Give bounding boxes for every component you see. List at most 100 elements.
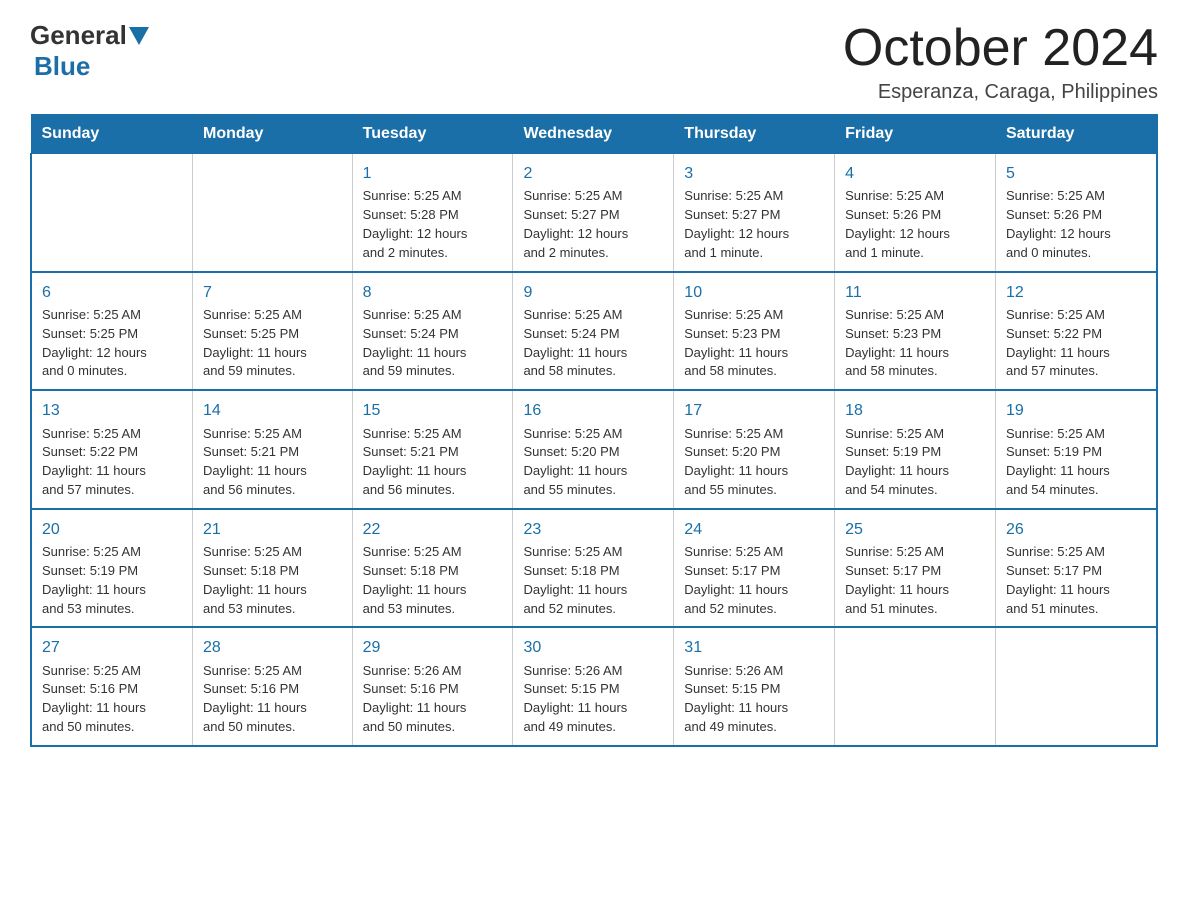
day-info: Sunrise: 5:26 AM Sunset: 5:16 PM Dayligh… — [363, 662, 503, 737]
calendar-cell: 31 Sunrise: 5:26 AM Sunset: 5:15 PM Dayli… — [674, 627, 835, 746]
day-number: 14 — [203, 399, 342, 422]
calendar-cell — [995, 627, 1157, 746]
day-number: 13 — [42, 399, 182, 422]
calendar-week-row: 13 Sunrise: 5:25 AM Sunset: 5:22 PM Dayli… — [31, 390, 1157, 509]
day-info: Sunrise: 5:25 AM Sunset: 5:18 PM Dayligh… — [363, 543, 503, 618]
day-info: Sunrise: 5:25 AM Sunset: 5:17 PM Dayligh… — [845, 543, 985, 618]
calendar-cell: 7Sunrise: 5:25 AM Sunset: 5:25 PM Daylig… — [192, 272, 352, 391]
day-info: Sunrise: 5:25 AM Sunset: 5:20 PM Dayligh… — [684, 425, 824, 500]
day-number: 16 — [523, 399, 663, 422]
calendar-cell: 15 Sunrise: 5:25 AM Sunset: 5:21 PM Dayli… — [352, 390, 513, 509]
day-info: Sunrise: 5:25 AM Sunset: 5:28 PM Dayligh… — [363, 187, 503, 262]
day-number: 4 — [845, 162, 985, 185]
day-number: 1 — [363, 162, 503, 185]
calendar-cell: 11Sunrise: 5:25 AM Sunset: 5:23 PM Dayli… — [835, 272, 996, 391]
day-info: Sunrise: 5:25 AM Sunset: 5:27 PM Dayligh… — [523, 187, 663, 262]
day-number: 29 — [363, 636, 503, 659]
day-number: 30 — [523, 636, 663, 659]
day-info: Sunrise: 5:25 AM Sunset: 5:27 PM Dayligh… — [684, 187, 824, 262]
calendar-cell: 29 Sunrise: 5:26 AM Sunset: 5:16 PM Dayli… — [352, 627, 513, 746]
page-header: General Blue October 2024 Esperanza, Car… — [30, 20, 1158, 104]
day-number: 11 — [845, 281, 985, 304]
calendar-week-row: 20Sunrise: 5:25 AM Sunset: 5:19 PM Dayli… — [31, 509, 1157, 628]
month-title: October 2024 — [843, 20, 1158, 77]
day-number: 25 — [845, 518, 985, 541]
calendar-cell: 19 Sunrise: 5:25 AM Sunset: 5:19 PM Dayli… — [995, 390, 1157, 509]
calendar-cell: 8Sunrise: 5:25 AM Sunset: 5:24 PM Daylig… — [352, 272, 513, 391]
title-section: October 2024 Esperanza, Caraga, Philippi… — [843, 20, 1158, 104]
calendar-cell: 14Sunrise: 5:25 AM Sunset: 5:21 PM Dayli… — [192, 390, 352, 509]
day-info: Sunrise: 5:26 AM Sunset: 5:15 PM Dayligh… — [684, 662, 824, 737]
day-info: Sunrise: 5:25 AM Sunset: 5:17 PM Dayligh… — [1006, 543, 1146, 618]
calendar-cell: 18Sunrise: 5:25 AM Sunset: 5:19 PM Dayli… — [835, 390, 996, 509]
day-number: 15 — [363, 399, 503, 422]
day-number: 21 — [203, 518, 342, 541]
calendar-cell: 27 Sunrise: 5:25 AM Sunset: 5:16 PM Dayli… — [31, 627, 192, 746]
day-number: 24 — [684, 518, 824, 541]
day-info: Sunrise: 5:25 AM Sunset: 5:24 PM Dayligh… — [363, 306, 503, 381]
day-info: Sunrise: 5:25 AM Sunset: 5:18 PM Dayligh… — [203, 543, 342, 618]
day-info: Sunrise: 5:25 AM Sunset: 5:25 PM Dayligh… — [203, 306, 342, 381]
day-info: Sunrise: 5:25 AM Sunset: 5:26 PM Dayligh… — [1006, 187, 1146, 262]
calendar-cell: 23Sunrise: 5:25 AM Sunset: 5:18 PM Dayli… — [513, 509, 674, 628]
calendar-cell: 6Sunrise: 5:25 AM Sunset: 5:25 PM Daylig… — [31, 272, 192, 391]
day-info: Sunrise: 5:25 AM Sunset: 5:19 PM Dayligh… — [845, 425, 985, 500]
day-info: Sunrise: 5:25 AM Sunset: 5:19 PM Dayligh… — [1006, 425, 1146, 500]
calendar-cell — [192, 154, 352, 272]
day-number: 12 — [1006, 281, 1146, 304]
calendar-cell — [31, 154, 192, 272]
day-number: 19 — [1006, 399, 1146, 422]
day-info: Sunrise: 5:25 AM Sunset: 5:23 PM Dayligh… — [684, 306, 824, 381]
logo-triangle-icon — [129, 27, 149, 45]
day-number: 17 — [684, 399, 824, 422]
day-info: Sunrise: 5:25 AM Sunset: 5:24 PM Dayligh… — [523, 306, 663, 381]
calendar-cell: 26Sunrise: 5:25 AM Sunset: 5:17 PM Dayli… — [995, 509, 1157, 628]
day-info: Sunrise: 5:25 AM Sunset: 5:22 PM Dayligh… — [42, 425, 182, 500]
column-header-tuesday: Tuesday — [352, 115, 513, 154]
calendar-cell: 1Sunrise: 5:25 AM Sunset: 5:28 PM Daylig… — [352, 154, 513, 272]
day-number: 26 — [1006, 518, 1146, 541]
day-number: 2 — [523, 162, 663, 185]
day-number: 22 — [363, 518, 503, 541]
calendar-cell: 21Sunrise: 5:25 AM Sunset: 5:18 PM Dayli… — [192, 509, 352, 628]
day-info: Sunrise: 5:25 AM Sunset: 5:18 PM Dayligh… — [523, 543, 663, 618]
calendar-cell: 25Sunrise: 5:25 AM Sunset: 5:17 PM Dayli… — [835, 509, 996, 628]
day-number: 10 — [684, 281, 824, 304]
calendar-cell: 22Sunrise: 5:25 AM Sunset: 5:18 PM Dayli… — [352, 509, 513, 628]
calendar-cell: 20Sunrise: 5:25 AM Sunset: 5:19 PM Dayli… — [31, 509, 192, 628]
calendar-cell — [835, 627, 996, 746]
day-number: 27 — [42, 636, 182, 659]
calendar-cell: 16Sunrise: 5:25 AM Sunset: 5:20 PM Dayli… — [513, 390, 674, 509]
day-number: 8 — [363, 281, 503, 304]
calendar-cell: 28Sunrise: 5:25 AM Sunset: 5:16 PM Dayli… — [192, 627, 352, 746]
column-header-wednesday: Wednesday — [513, 115, 674, 154]
calendar-cell: 4Sunrise: 5:25 AM Sunset: 5:26 PM Daylig… — [835, 154, 996, 272]
calendar-week-row: 27 Sunrise: 5:25 AM Sunset: 5:16 PM Dayli… — [31, 627, 1157, 746]
column-header-thursday: Thursday — [674, 115, 835, 154]
logo: General Blue — [30, 20, 151, 82]
calendar-cell: 17 Sunrise: 5:25 AM Sunset: 5:20 PM Dayli… — [674, 390, 835, 509]
logo-blue-text: Blue — [34, 51, 90, 81]
calendar-cell: 30 Sunrise: 5:26 AM Sunset: 5:15 PM Dayli… — [513, 627, 674, 746]
calendar-cell: 13 Sunrise: 5:25 AM Sunset: 5:22 PM Dayli… — [31, 390, 192, 509]
day-info: Sunrise: 5:25 AM Sunset: 5:21 PM Dayligh… — [363, 425, 503, 500]
day-info: Sunrise: 5:25 AM Sunset: 5:23 PM Dayligh… — [845, 306, 985, 381]
column-header-friday: Friday — [835, 115, 996, 154]
day-info: Sunrise: 5:25 AM Sunset: 5:16 PM Dayligh… — [42, 662, 182, 737]
calendar-table: SundayMondayTuesdayWednesdayThursdayFrid… — [30, 114, 1158, 747]
day-number: 23 — [523, 518, 663, 541]
day-number: 31 — [684, 636, 824, 659]
logo-general-text: General — [30, 20, 127, 51]
calendar-cell: 12Sunrise: 5:25 AM Sunset: 5:22 PM Dayli… — [995, 272, 1157, 391]
day-info: Sunrise: 5:26 AM Sunset: 5:15 PM Dayligh… — [523, 662, 663, 737]
day-info: Sunrise: 5:25 AM Sunset: 5:17 PM Dayligh… — [684, 543, 824, 618]
day-info: Sunrise: 5:25 AM Sunset: 5:19 PM Dayligh… — [42, 543, 182, 618]
calendar-cell: 9Sunrise: 5:25 AM Sunset: 5:24 PM Daylig… — [513, 272, 674, 391]
day-info: Sunrise: 5:25 AM Sunset: 5:25 PM Dayligh… — [42, 306, 182, 381]
day-number: 9 — [523, 281, 663, 304]
column-header-sunday: Sunday — [31, 115, 192, 154]
location-text: Esperanza, Caraga, Philippines — [843, 81, 1158, 104]
calendar-week-row: 6Sunrise: 5:25 AM Sunset: 5:25 PM Daylig… — [31, 272, 1157, 391]
day-info: Sunrise: 5:25 AM Sunset: 5:16 PM Dayligh… — [203, 662, 342, 737]
column-header-monday: Monday — [192, 115, 352, 154]
